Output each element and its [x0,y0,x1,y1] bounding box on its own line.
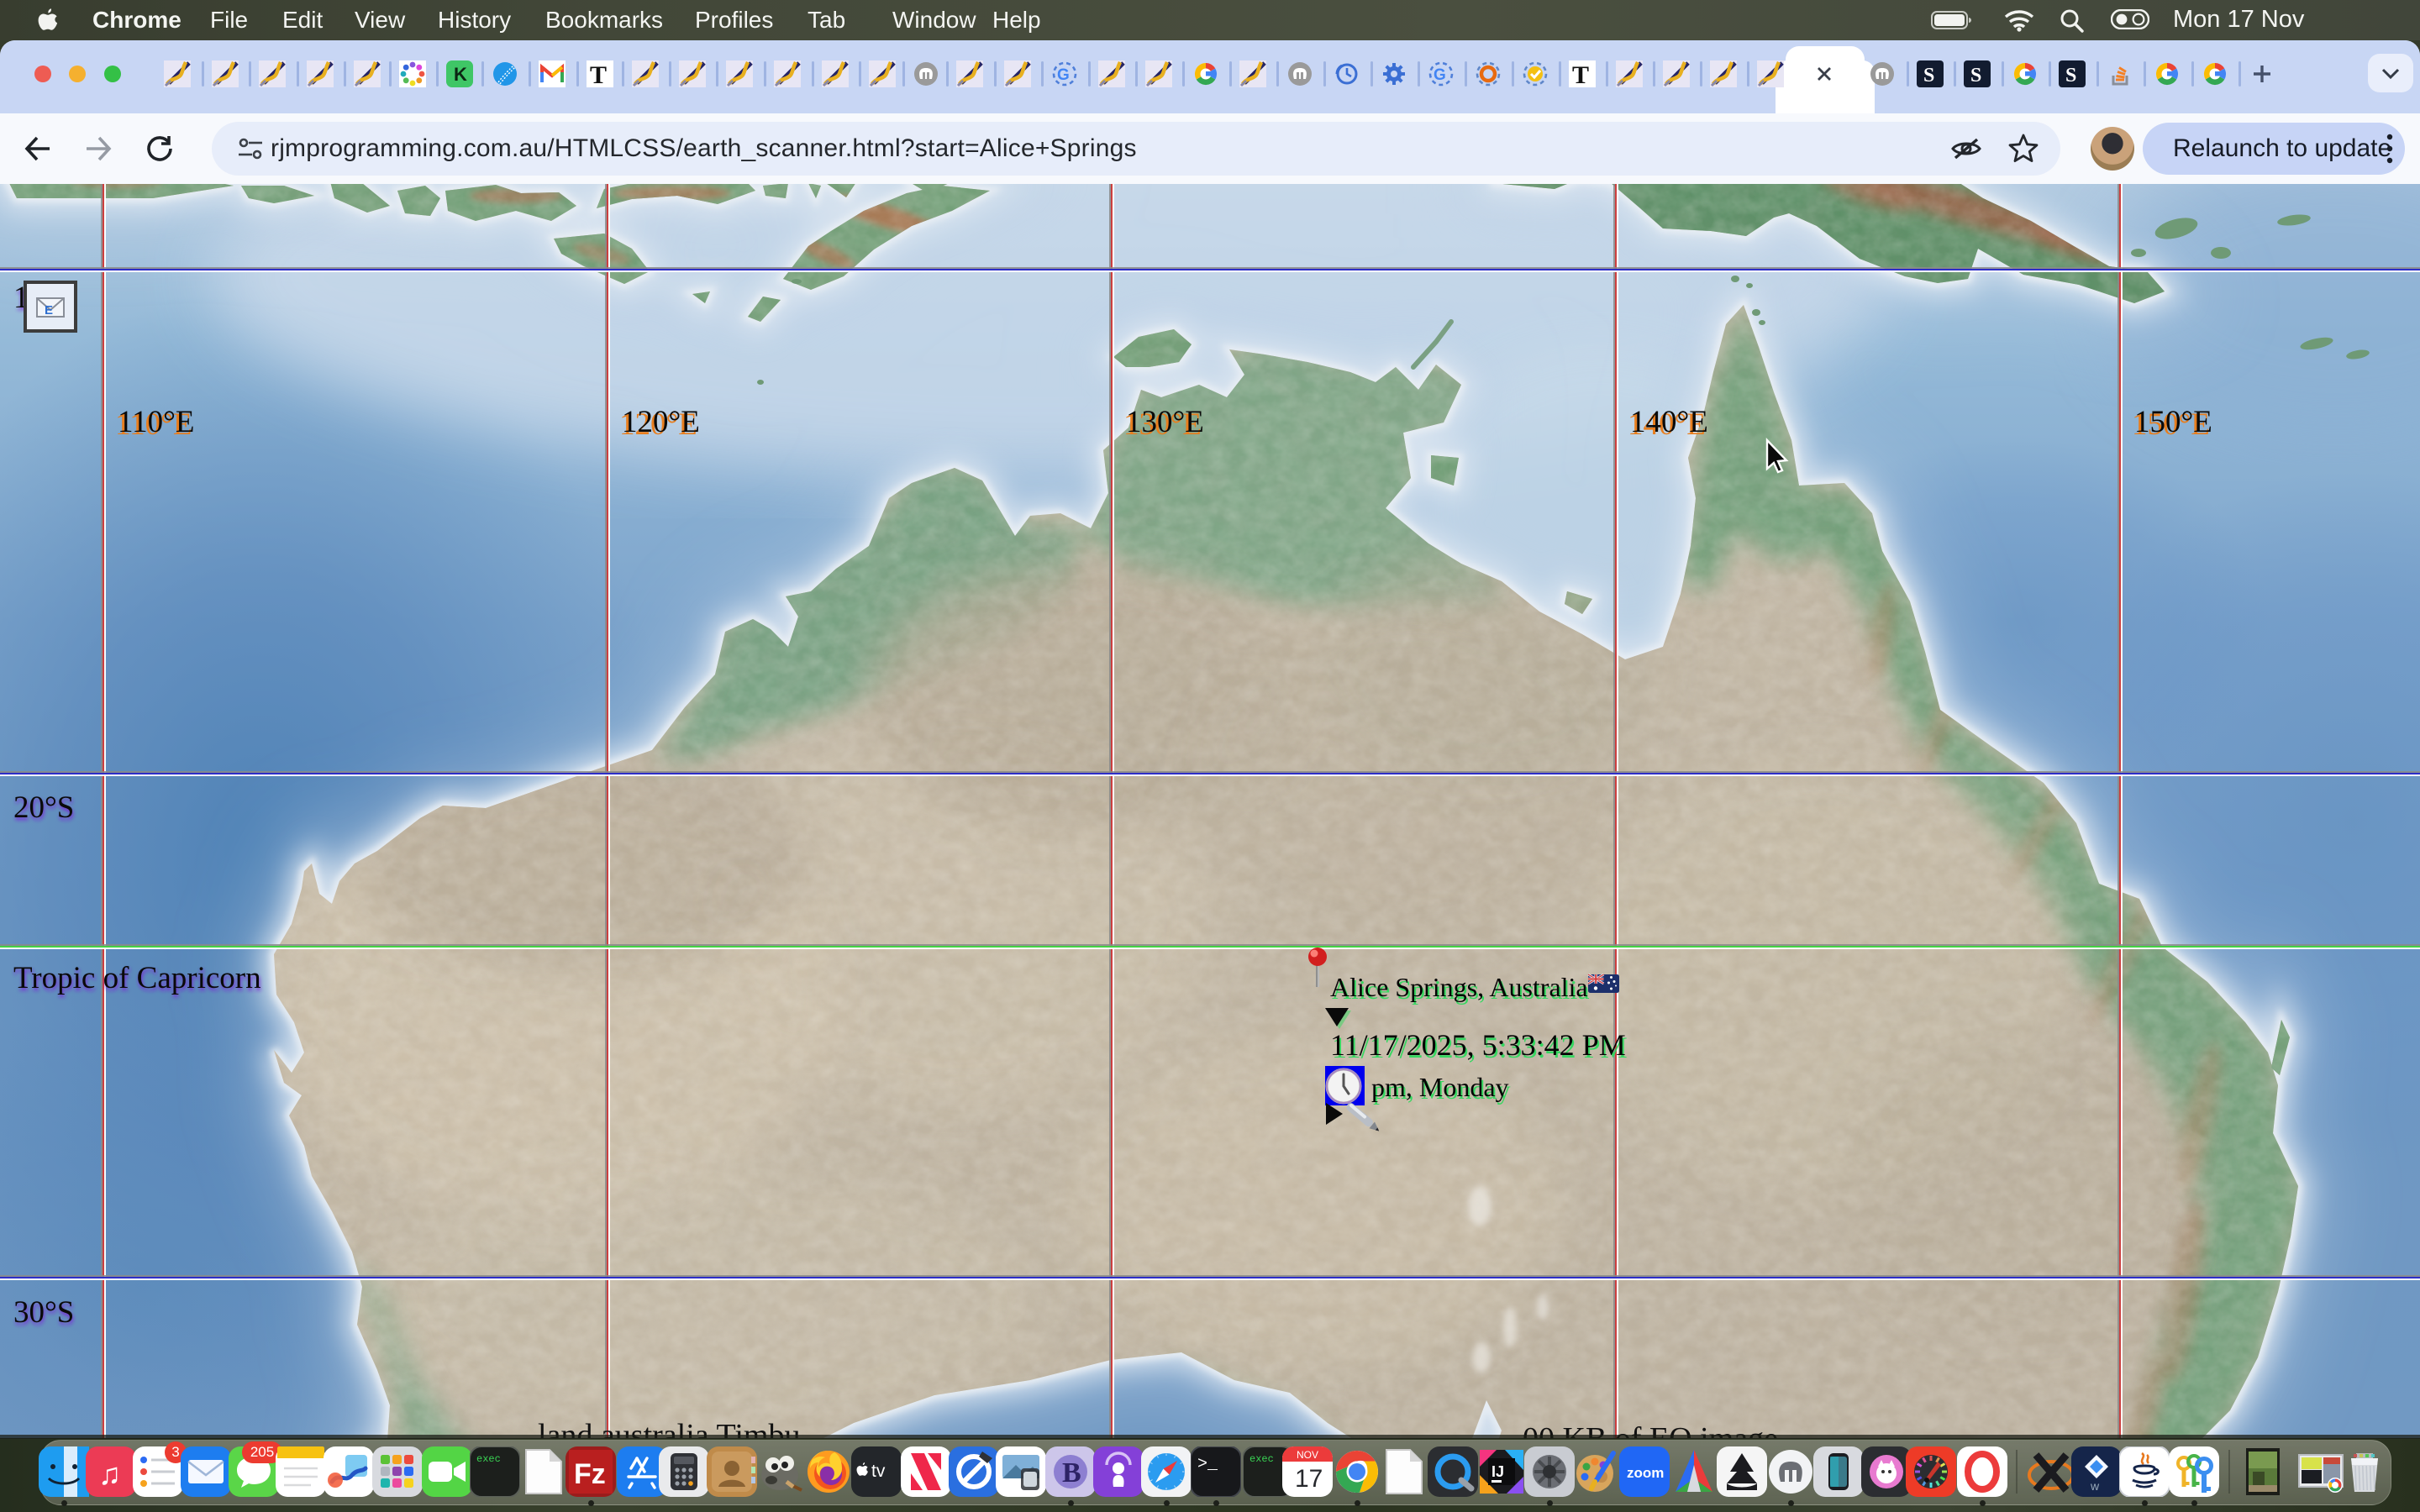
svg-text:Fz: Fz [574,1458,606,1490]
svg-text:150°E: 150°E [2134,405,2212,439]
svg-text:pm, Monday: pm, Monday [1371,1072,1509,1102]
svg-text:130°E: 130°E [1126,405,1204,439]
svg-text:zoom: zoom [1627,1465,1664,1481]
svg-text:S: S [1923,65,1934,87]
svg-text:T: T [590,61,607,87]
svg-text:140°E: 140°E [1630,405,1708,439]
svg-text:110°E: 110°E [118,405,195,439]
svg-text:S: S [1970,65,1981,87]
svg-text:Alice Springs, Australia: Alice Springs, Australia [1330,972,1588,1002]
svg-text:>_: >_ [1197,1455,1218,1474]
svg-text:♫: ♫ [98,1457,121,1491]
svg-text:K: K [454,64,467,85]
svg-text:NOV: NOV [1297,1449,1318,1461]
svg-text:exec: exec [476,1453,501,1465]
svg-text:Tropic of Capricorn: Tropic of Capricorn [13,961,261,995]
svg-text:G: G [1057,66,1070,84]
svg-text:IJ: IJ [1491,1463,1504,1480]
svg-text:120°E: 120°E [622,405,700,439]
svg-text:tv: tv [871,1462,886,1481]
svg-text:B: B [1062,1457,1081,1488]
svg-text:17: 17 [1295,1465,1323,1493]
svg-text:11/17/2025, 5:33:42 PM: 11/17/2025, 5:33:42 PM [1330,1028,1626,1062]
svg-text:S: S [2065,65,2076,87]
svg-text:G: G [1434,66,1446,84]
svg-text:exec: exec [1249,1453,1274,1465]
svg-text:30°S: 30°S [13,1295,74,1330]
svg-text:w: w [2090,1479,2100,1493]
svg-text:20°S: 20°S [13,790,74,825]
svg-text:T: T [1572,61,1589,87]
svg-text:E: E [45,303,53,318]
